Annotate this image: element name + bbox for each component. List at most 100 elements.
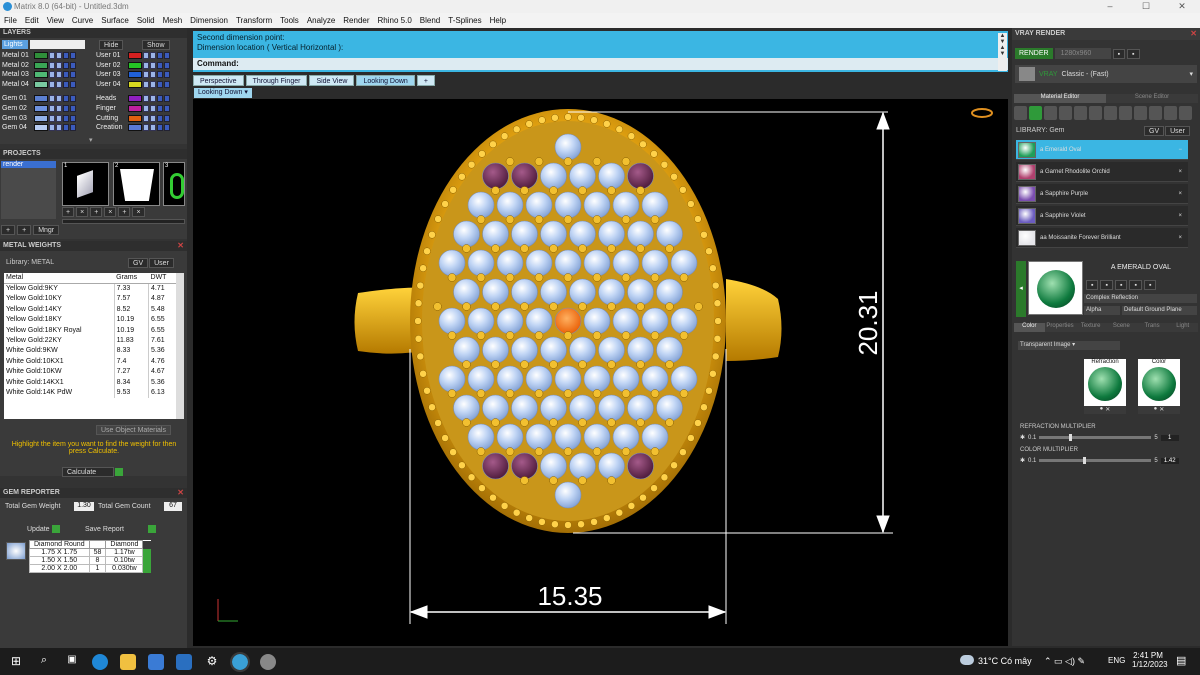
layer-option-icon[interactable] bbox=[70, 61, 76, 69]
layer-lock-icon[interactable] bbox=[150, 105, 156, 112]
layer-visibility-icon[interactable] bbox=[143, 71, 149, 79]
mail-icon[interactable] bbox=[176, 653, 192, 670]
maximize-button[interactable]: ☐ bbox=[1128, 0, 1164, 13]
layer-lock-icon[interactable] bbox=[56, 52, 62, 59]
store-icon[interactable] bbox=[148, 653, 164, 670]
update-button[interactable]: Update bbox=[27, 526, 50, 533]
layer-select-icon[interactable] bbox=[63, 71, 69, 79]
layer-visibility-icon[interactable] bbox=[49, 52, 55, 59]
preview-toggle[interactable]: ◂ bbox=[1016, 261, 1026, 317]
layer-lock-icon[interactable] bbox=[56, 80, 62, 88]
layer-visibility-icon[interactable] bbox=[49, 114, 55, 122]
save-go-icon[interactable] bbox=[147, 525, 156, 533]
layer-option-icon[interactable] bbox=[70, 105, 76, 112]
color-clear-icon[interactable]: ✕ bbox=[1159, 406, 1164, 414]
layer-row[interactable]: Metal 02 bbox=[2, 61, 76, 70]
layer-visibility-icon[interactable] bbox=[143, 105, 149, 112]
layer-option-icon[interactable] bbox=[164, 95, 170, 103]
material-tool-icon[interactable] bbox=[1059, 106, 1072, 120]
material-item[interactable]: a Emerald Oval − bbox=[1016, 140, 1188, 160]
layer-option-icon[interactable] bbox=[70, 80, 76, 88]
file-explorer-icon[interactable] bbox=[120, 653, 136, 670]
layer-visibility-icon[interactable] bbox=[143, 80, 149, 88]
close-icon[interactable]: ✕ bbox=[177, 241, 184, 251]
menu-item-transform[interactable]: Transform bbox=[236, 16, 272, 25]
layer-lock-icon[interactable] bbox=[150, 80, 156, 88]
matrix-app-icon[interactable] bbox=[230, 651, 250, 672]
material-tool-icon[interactable] bbox=[1014, 106, 1027, 120]
layer-select-icon[interactable] bbox=[157, 61, 163, 69]
layer-color-swatch[interactable] bbox=[128, 52, 142, 59]
layer-lock-icon[interactable] bbox=[150, 114, 156, 122]
alpha-select[interactable]: Alpha bbox=[1084, 306, 1120, 315]
material-type-select[interactable]: Complex Reflection bbox=[1084, 294, 1197, 303]
layer-row[interactable]: Finger bbox=[96, 104, 170, 113]
notification-icon[interactable]: ▤ bbox=[1176, 654, 1186, 667]
layer-visibility-icon[interactable] bbox=[143, 114, 149, 122]
tab-material-editor[interactable]: Material Editor bbox=[1014, 94, 1106, 103]
layer-visibility-icon[interactable] bbox=[143, 61, 149, 69]
render-preset[interactable]: VRAY Classic - (Fast) ▾ bbox=[1015, 65, 1197, 83]
refraction-pick-icon[interactable]: ● bbox=[1100, 406, 1104, 414]
table-row[interactable]: White Gold:10KW 7.27 4.67 bbox=[4, 366, 176, 377]
layer-option-icon[interactable] bbox=[164, 114, 170, 122]
layer-color-swatch[interactable] bbox=[128, 124, 142, 132]
layer-visibility-icon[interactable] bbox=[143, 95, 149, 103]
remove-icon[interactable]: × bbox=[1178, 191, 1182, 197]
project-item-render[interactable]: render bbox=[1, 161, 56, 168]
command-input[interactable]: Command: bbox=[193, 58, 1008, 70]
layer-color-swatch[interactable] bbox=[128, 114, 142, 122]
layer-option-icon[interactable] bbox=[164, 124, 170, 132]
calculate-button[interactable]: Calculate bbox=[62, 467, 114, 477]
refraction-clear-icon[interactable]: ✕ bbox=[1105, 406, 1110, 414]
preview-tool-button[interactable]: ▪ bbox=[1100, 280, 1113, 290]
calculate-go-icon[interactable] bbox=[115, 468, 123, 476]
viewport[interactable]: 20.31 15.35 bbox=[193, 99, 1008, 646]
layer-option-icon[interactable] bbox=[70, 95, 76, 103]
layer-visibility-icon[interactable] bbox=[49, 71, 55, 79]
layer-select-icon[interactable] bbox=[63, 95, 69, 103]
remove-icon[interactable]: × bbox=[1178, 235, 1182, 241]
material-item[interactable]: a Sapphire Violet × bbox=[1016, 206, 1188, 226]
layer-color-swatch[interactable] bbox=[34, 71, 48, 79]
tab-scene[interactable]: Scene bbox=[1106, 323, 1137, 332]
gem-row-select-icon[interactable] bbox=[142, 564, 151, 573]
menu-item-curve[interactable]: Curve bbox=[72, 16, 93, 25]
layer-color-swatch[interactable] bbox=[128, 80, 142, 88]
menu-item-analyze[interactable]: Analyze bbox=[307, 16, 335, 25]
windows-start-icon[interactable]: ⊞ bbox=[8, 654, 24, 670]
add-view-tab-button[interactable]: + bbox=[416, 75, 435, 86]
table-row[interactable]: 1.50 X 1.50 8 0.10tw bbox=[29, 556, 151, 565]
thumb-remove-button[interactable]: × bbox=[132, 207, 145, 217]
layer-select-icon[interactable] bbox=[157, 124, 163, 132]
resolution-field[interactable]: 1280x960 bbox=[1054, 48, 1111, 59]
close-button[interactable]: ✕ bbox=[1164, 0, 1200, 13]
layer-lock-icon[interactable] bbox=[150, 61, 156, 69]
weather-text[interactable]: 31°C Có mây bbox=[978, 656, 1032, 666]
table-row[interactable]: White Gold:9KW 8.33 5.36 bbox=[4, 345, 176, 357]
layer-row[interactable]: Gem 03 bbox=[2, 114, 76, 123]
ring-indicator-icon[interactable] bbox=[971, 108, 993, 118]
layer-option-icon[interactable] bbox=[164, 105, 170, 112]
tab-side-view[interactable]: Side View bbox=[309, 75, 355, 86]
refraction-slot[interactable]: Refraction bbox=[1084, 359, 1126, 411]
preview-tool-button[interactable]: ▪ bbox=[1114, 280, 1128, 290]
use-object-materials-button[interactable]: Use Object Materials bbox=[96, 425, 171, 435]
layer-color-swatch[interactable] bbox=[34, 105, 48, 112]
layer-row[interactable]: Metal 01 bbox=[2, 51, 76, 60]
material-tool-icon[interactable] bbox=[1104, 106, 1117, 120]
layer-option-icon[interactable] bbox=[70, 52, 76, 59]
table-row[interactable]: Yellow Gold:10KY 7.57 4.87 bbox=[4, 293, 176, 305]
close-icon[interactable]: ✕ bbox=[177, 488, 184, 498]
render-button[interactable]: RENDER bbox=[1015, 48, 1053, 59]
material-tool-icon[interactable] bbox=[1164, 106, 1177, 120]
refraction-slider[interactable] bbox=[1039, 434, 1152, 441]
viewport-label[interactable]: Looking Down ▾ bbox=[194, 88, 252, 98]
task-view-icon[interactable]: ▣ bbox=[64, 654, 80, 670]
thumb-remove-button[interactable]: × bbox=[76, 207, 89, 217]
slider-handle[interactable] bbox=[1083, 457, 1087, 464]
tab-properties[interactable]: Properties bbox=[1044, 323, 1076, 332]
layer-color-swatch[interactable] bbox=[34, 52, 48, 59]
layer-select-icon[interactable] bbox=[63, 124, 69, 132]
menu-item-rhino-5-0[interactable]: Rhino 5.0 bbox=[378, 16, 412, 25]
